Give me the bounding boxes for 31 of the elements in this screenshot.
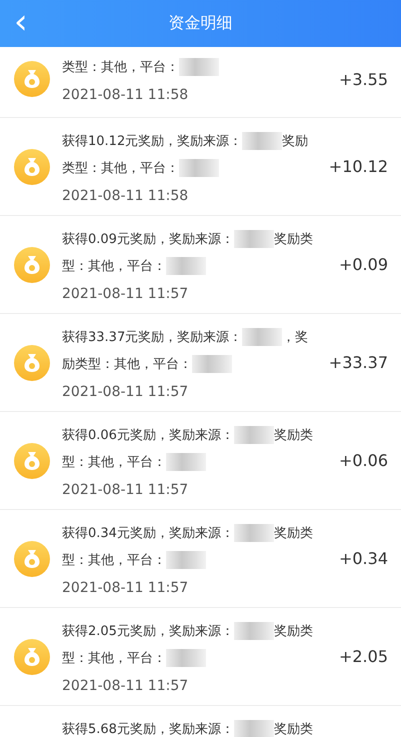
money-bag-icon [14, 540, 50, 576]
record-description: 类型：其他，平台： [62, 54, 331, 80]
record-description: 获得0.09元奖励，奖励来源： 奖励类型：其他，平台： [62, 228, 314, 277]
money-bag-icon [14, 638, 50, 674]
record-amount: +2.05 [338, 647, 388, 666]
record-amount: +10.12 [328, 157, 388, 176]
record-time: 2021-08-11 11:57 [62, 480, 188, 500]
money-bag-icon [14, 442, 50, 478]
money-bag-icon [14, 61, 50, 97]
record-description: 获得5.68元奖励，奖励来源： 奖励类 [62, 719, 314, 737]
record-time: 2021-08-11 11:58 [62, 186, 188, 206]
money-bag-icon [14, 148, 50, 184]
record-amount: +0.09 [338, 255, 388, 274]
record-amount: +0.06 [338, 451, 388, 470]
money-bag-icon [14, 246, 50, 282]
money-bag-icon [14, 344, 50, 380]
page-title: 资金明细 [168, 13, 232, 34]
record-time: 2021-08-11 11:57 [62, 676, 188, 696]
record-amount: +3.55 [338, 70, 388, 88]
record-time: 2021-08-11 11:58 [62, 86, 188, 104]
record-description: 获得0.34元奖励，奖励来源： 奖励类型：其他，平台： [62, 522, 314, 571]
record-time: 2021-08-11 11:57 [62, 284, 188, 304]
back-button[interactable]: ‹ [8, 4, 34, 40]
record-time: 2021-08-11 11:57 [62, 382, 188, 402]
record-amount: +0.34 [338, 549, 388, 568]
record-description: 获得2.05元奖励，奖励来源： 奖励类型：其他，平台： [62, 620, 314, 669]
record-description: 获得10.12元奖励，奖励来源： 奖励类型：其他，平台： [62, 130, 310, 179]
record-amount: +33.37 [328, 353, 388, 372]
record-time: 2021-08-11 11:57 [62, 578, 188, 598]
record-description: 获得0.06元奖励，奖励来源： 奖励类型：其他，平台： [62, 424, 314, 473]
record-description: 获得33.37元奖励，奖励来源： ，奖励类型：其他，平台： [62, 326, 310, 375]
